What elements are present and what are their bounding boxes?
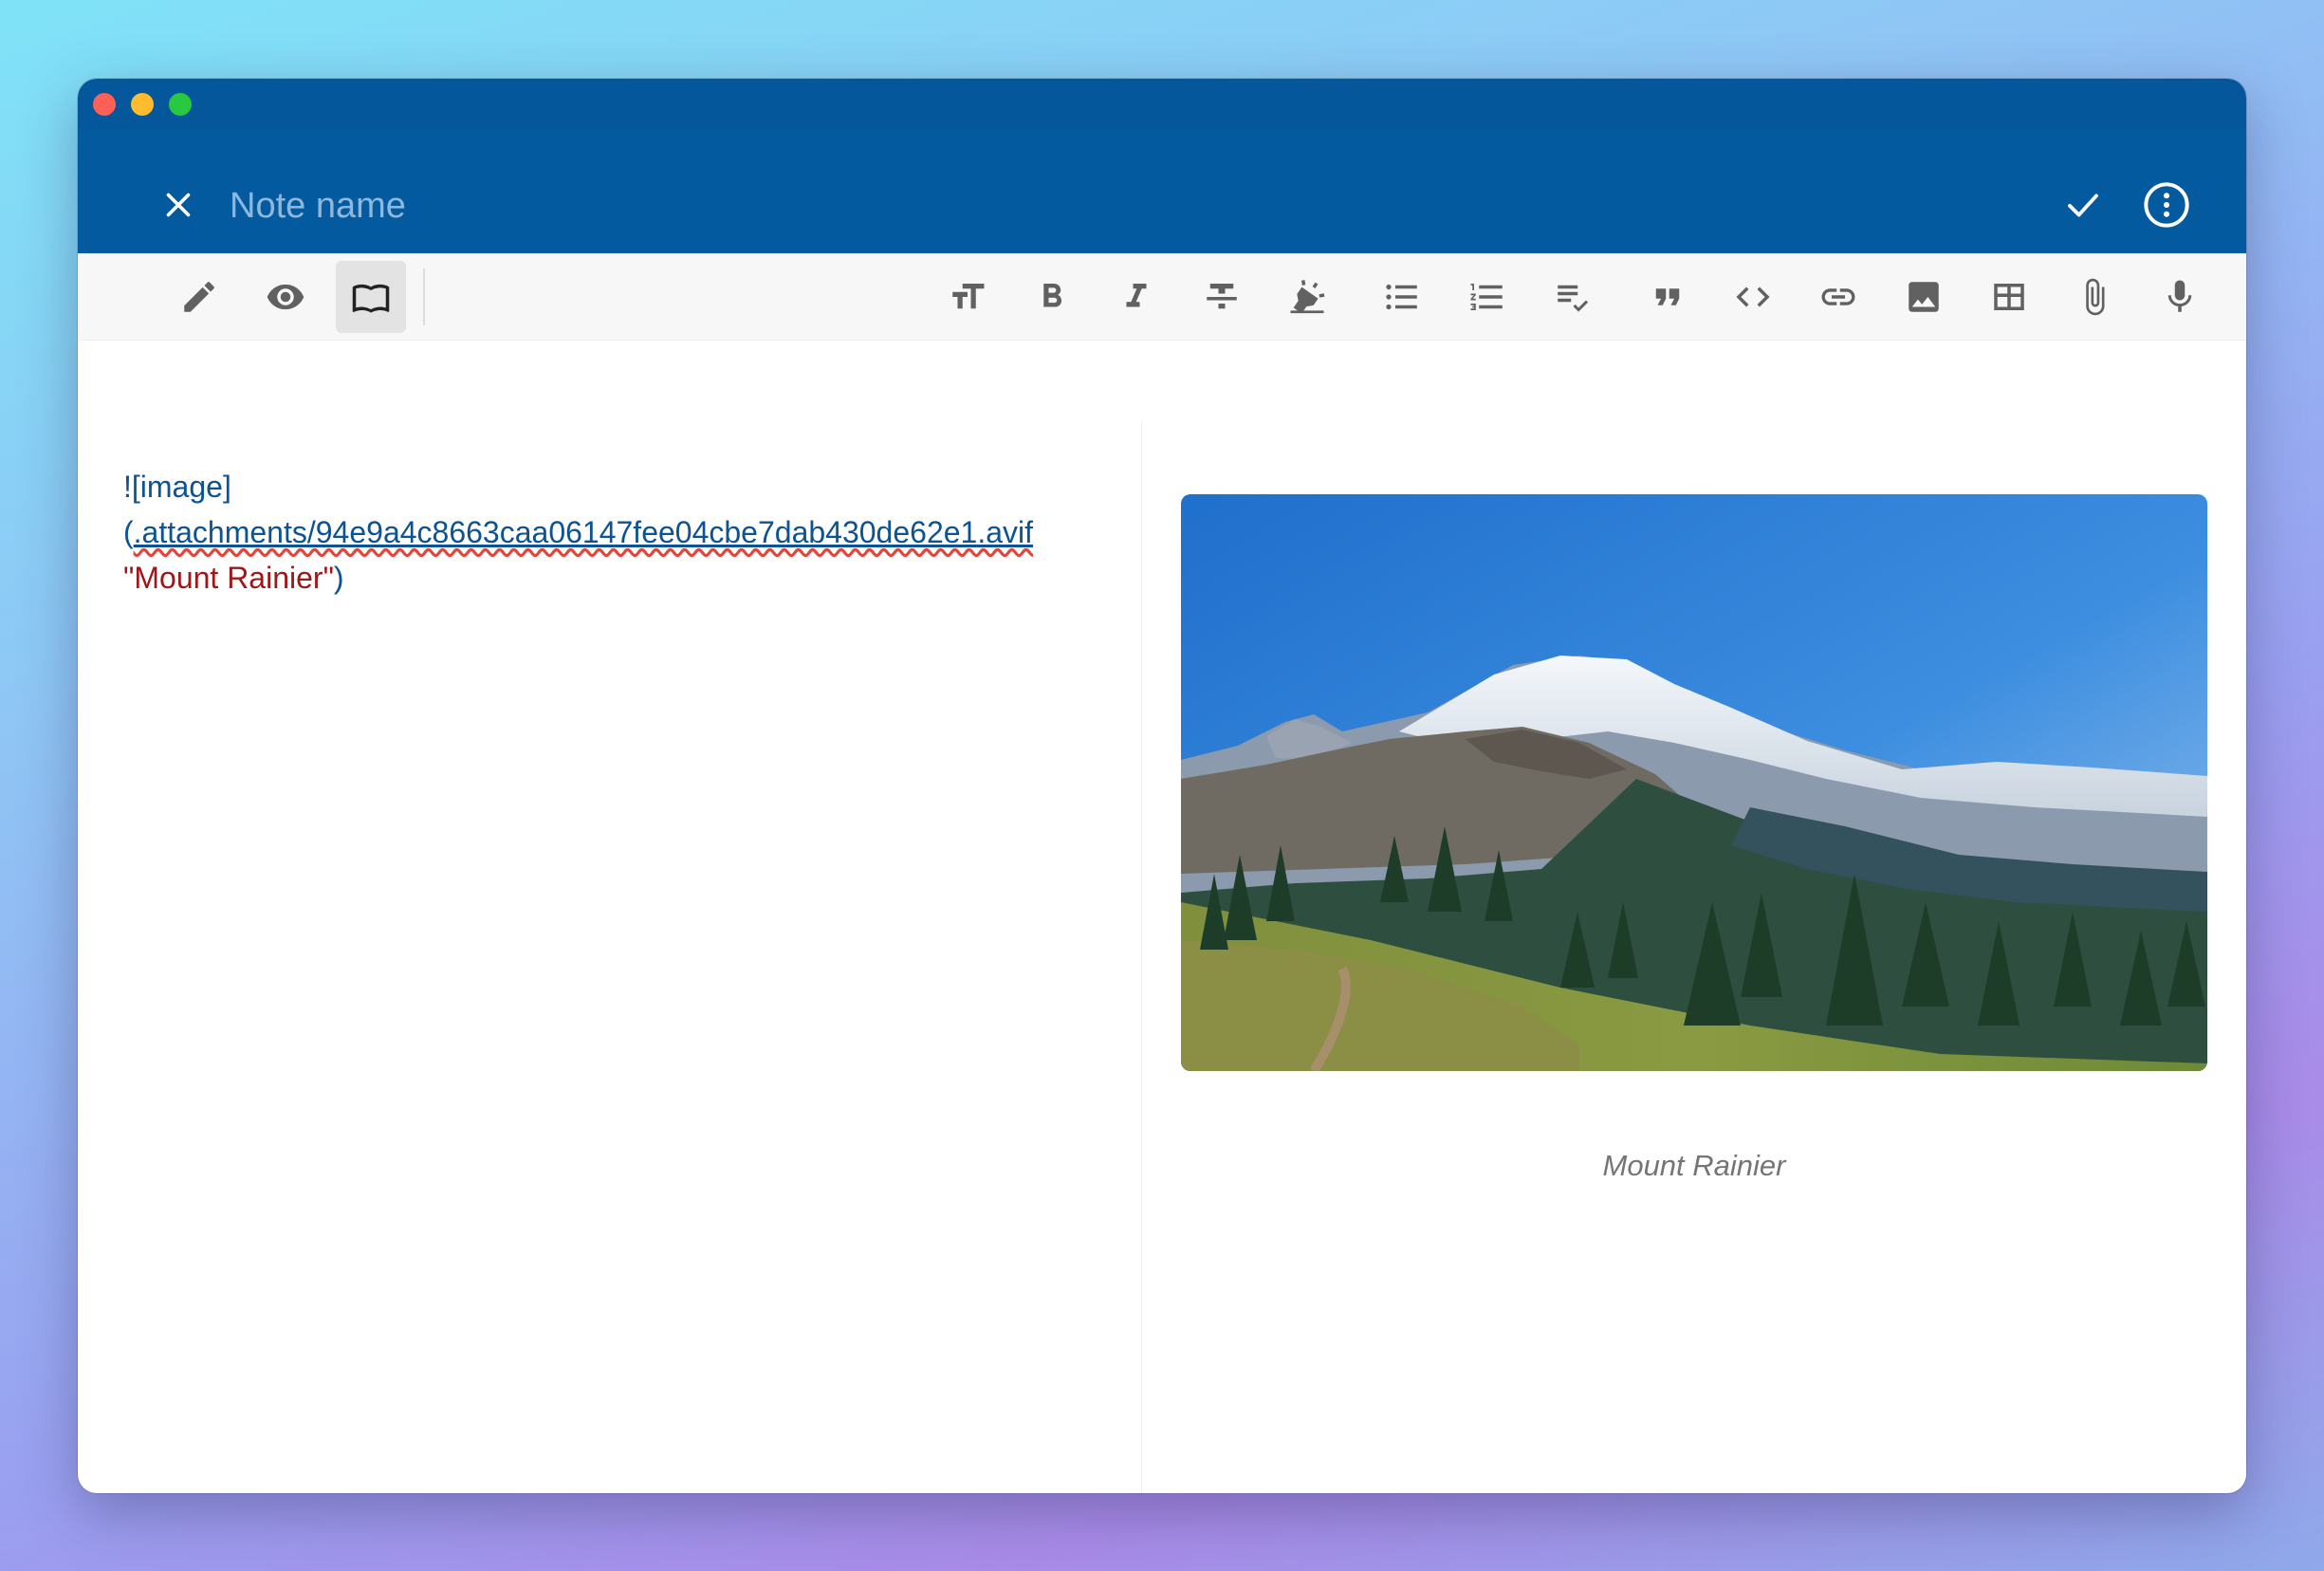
numbered-list-icon: [1470, 284, 1503, 310]
image-caption: Mount Rainier: [1602, 1149, 1786, 1182]
bulleted-list-button[interactable]: [1366, 261, 1438, 333]
italic-button[interactable]: [1100, 261, 1172, 333]
markdown-image-url-text: .attachments/94e9a4c8663caa06147fee04cbe…: [133, 515, 1034, 549]
pencil-icon: [184, 282, 214, 312]
voice-recording-button[interactable]: [2144, 261, 2216, 333]
link-icon: [1821, 288, 1855, 305]
bulleted-list-icon: [1386, 284, 1417, 310]
app-window: ![image] (.attachments/94e9a4c8663caa061…: [78, 79, 2246, 1493]
mountain-landscape-illustration: [1181, 494, 2207, 1071]
text-size-icon: [952, 284, 985, 309]
markdown-open-paren: (: [123, 515, 134, 549]
microphone-icon: [2167, 280, 2192, 312]
code-icon: [1736, 286, 1770, 307]
quote-button[interactable]: [1632, 261, 1704, 333]
table-icon: [1994, 284, 2024, 310]
checkmark-icon: [2068, 194, 2098, 217]
markdown-image-alt: ![image]: [123, 470, 231, 504]
code-button[interactable]: [1717, 261, 1789, 333]
more-options-button[interactable]: [2132, 171, 2201, 239]
close-note-button[interactable]: [144, 171, 212, 239]
checklist-button[interactable]: [1537, 261, 1609, 333]
preview-mode-button[interactable]: [249, 261, 322, 333]
markdown-image-title: "Mount Rainier": [123, 561, 334, 595]
window-zoom-button[interactable]: [169, 93, 192, 116]
markdown-close-paren: ): [333, 561, 344, 595]
insert-image-button[interactable]: [1888, 261, 1960, 333]
attachment-button[interactable]: [2058, 261, 2130, 333]
text-size-button[interactable]: [931, 261, 1004, 333]
highlight-button[interactable]: [1271, 261, 1343, 333]
reader-mode-button[interactable]: [336, 261, 406, 333]
more-vertical-circle-icon: [2144, 182, 2189, 228]
eye-icon: [267, 284, 304, 310]
edit-mode-button[interactable]: [163, 261, 235, 333]
bold-button[interactable]: [1016, 261, 1088, 333]
numbered-list-button[interactable]: [1451, 261, 1523, 333]
strikethrough-button[interactable]: [1186, 261, 1258, 333]
markdown-editor[interactable]: ![image] (.attachments/94e9a4c8663caa061…: [78, 422, 1142, 1493]
attachment-icon: [2086, 278, 2105, 316]
close-icon: [166, 193, 191, 217]
italic-icon: [1126, 284, 1147, 307]
mountain-image[interactable]: [1181, 494, 2207, 1071]
window-minimize-button[interactable]: [131, 93, 154, 116]
bold-icon: [1043, 284, 1062, 307]
highlight-icon: [1290, 280, 1325, 314]
formatting-toolbar: [78, 253, 2246, 341]
link-button[interactable]: [1802, 261, 1874, 333]
window-close-button[interactable]: [93, 93, 116, 116]
insert-table-button[interactable]: [1973, 261, 2045, 333]
markdown-image-url[interactable]: .attachments/94e9a4c8663caa06147fee04cbe…: [134, 515, 1033, 549]
note-name-input[interactable]: [230, 170, 1558, 242]
save-note-button[interactable]: [2049, 171, 2117, 239]
checklist-icon: [1558, 285, 1589, 312]
book-open-icon: [352, 284, 390, 313]
note-info-button[interactable]: [2240, 261, 2246, 333]
image-icon: [1909, 282, 1939, 312]
window-titlebar: [78, 79, 2246, 130]
strikethrough-icon: [1207, 284, 1237, 309]
toolbar-divider: [423, 268, 425, 325]
quote-icon: [1655, 288, 1680, 305]
markdown-preview: Mount Rainier: [1143, 422, 2246, 1493]
